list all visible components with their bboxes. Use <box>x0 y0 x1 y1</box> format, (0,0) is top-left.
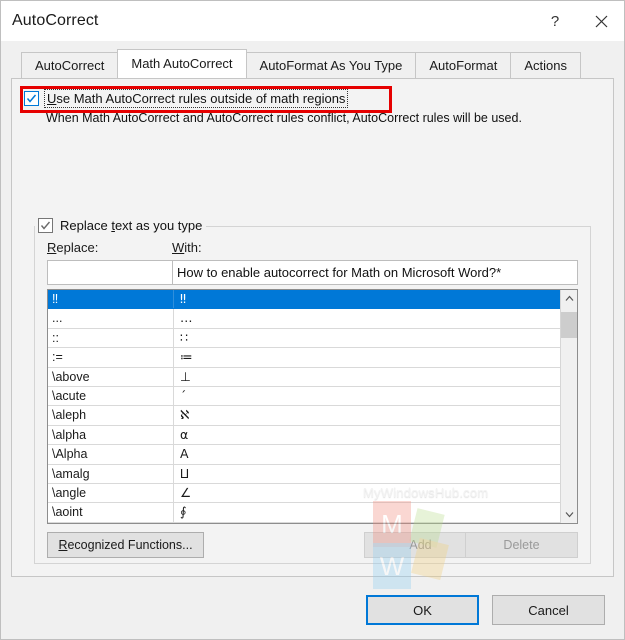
ok-button[interactable]: OK <box>366 595 479 625</box>
dialog-footer: OK Cancel <box>1 581 624 639</box>
row-with: ∷ <box>180 329 188 345</box>
tab-autocorrect[interactable]: AutoCorrect <box>21 52 119 78</box>
help-button[interactable]: ? <box>532 1 578 41</box>
table-row[interactable]: := ≔ <box>48 348 560 368</box>
use-math-rules-outside-row[interactable]: Use Math AutoCorrect rules outside of ma… <box>24 89 601 108</box>
table-row[interactable]: :: ∷ <box>48 328 560 349</box>
row-with: ∠ <box>180 484 192 500</box>
add-button[interactable]: Add <box>364 532 477 558</box>
table-row[interactable]: ... … <box>48 309 560 329</box>
scrollbar-thumb[interactable] <box>561 312 577 338</box>
row-replace: \amalg <box>48 464 174 483</box>
checkmark-icon <box>26 94 37 103</box>
table-row[interactable]: ‼ ‼ <box>48 290 560 310</box>
table-row[interactable]: \alpha α <box>48 425 560 446</box>
tab-autoformat[interactable]: AutoFormat <box>415 52 512 78</box>
row-replace: \alpha <box>48 425 174 445</box>
chevron-down-icon <box>565 512 573 518</box>
scroll-up-button[interactable] <box>561 290 577 307</box>
page-title: AutoCorrect <box>12 12 99 29</box>
row-with: ‼ <box>180 291 187 306</box>
row-with: ∮ <box>180 504 187 520</box>
tab-strip: AutoCorrect Math AutoCorrect AutoFormat … <box>21 49 614 78</box>
replace-text-as-you-type-row[interactable]: Replace text as you type <box>38 218 207 233</box>
list-rows-container: ‼ ‼ ... … :: ∷ := ≔ \above ⊥ \acute ´ \a… <box>48 290 560 523</box>
row-replace: \above <box>48 367 174 386</box>
title-bar-buttons: ? <box>532 1 624 41</box>
title-bar: AutoCorrect ? <box>1 1 624 41</box>
row-replace: := <box>48 348 174 367</box>
use-math-rules-outside-checkbox[interactable] <box>24 91 39 106</box>
row-with: ´ <box>180 387 187 403</box>
row-replace: \aleph <box>48 406 174 425</box>
checkmark-icon <box>40 221 51 230</box>
close-icon <box>595 15 607 27</box>
cancel-button[interactable]: Cancel <box>492 595 605 625</box>
replace-text-as-you-type-checkbox[interactable] <box>38 218 53 233</box>
use-math-rules-outside-label: Use Math AutoCorrect rules outside of ma… <box>43 89 349 108</box>
replace-with-inputs <box>47 260 578 285</box>
autocorrect-entries-list[interactable]: ‼ ‼ ... … :: ∷ := ≔ \above ⊥ \acute ´ \a… <box>47 289 578 524</box>
with-label: With: <box>172 240 202 255</box>
use-math-rules-outside-label-text: se Math AutoCorrect rules outside of mat… <box>56 91 346 106</box>
scroll-down-button[interactable] <box>561 506 577 523</box>
with-input[interactable] <box>172 260 578 285</box>
table-row[interactable]: \Alpha Α <box>48 445 560 465</box>
tab-actions[interactable]: Actions <box>510 52 581 78</box>
row-replace: ‼ <box>48 290 174 309</box>
chevron-up-icon <box>565 295 573 301</box>
close-button[interactable] <box>578 1 624 41</box>
row-with: … <box>180 310 193 326</box>
table-row[interactable]: \angle ∠ <box>48 483 560 504</box>
row-with: ⊥ <box>180 368 191 384</box>
question-mark-icon: ? <box>550 12 560 30</box>
tab-math-autocorrect[interactable]: Math AutoCorrect <box>117 49 247 78</box>
tab-autoformat-as-you-type[interactable]: AutoFormat As You Type <box>245 52 417 78</box>
replace-text-as-you-type-label-text: ext as you type <box>114 218 203 233</box>
table-row[interactable]: \amalg ⨿ <box>48 464 560 484</box>
row-replace: ... <box>48 309 174 328</box>
row-with: ≔ <box>180 349 193 365</box>
row-replace: :: <box>48 328 174 348</box>
table-row[interactable]: \above ⊥ <box>48 367 560 387</box>
row-replace: \angle <box>48 483 174 503</box>
math-autocorrect-tab-page: Use Math AutoCorrect rules outside of ma… <box>11 78 614 577</box>
recognized-functions-button[interactable]: Recognized Functions... <box>47 532 204 558</box>
row-with: ℵ <box>180 407 190 423</box>
replace-label: Replace: <box>47 240 99 255</box>
row-replace: \acute <box>48 386 174 406</box>
table-row[interactable]: \aoint ∮ <box>48 503 560 523</box>
row-with: α <box>180 426 189 442</box>
autocorrect-dialog: AutoCorrect ? AutoCorrect Math AutoCorre… <box>0 0 625 640</box>
row-with: Α <box>180 446 189 462</box>
replace-with-labels: Replace: With: <box>47 240 578 258</box>
conflict-hint: When Math AutoCorrect and AutoCorrect ru… <box>46 111 522 125</box>
list-action-buttons: Recognized Functions... Add Delete <box>47 532 578 558</box>
replace-text-as-you-type-label: Replace text as you type <box>60 218 203 233</box>
row-replace: \aoint <box>48 503 174 522</box>
table-row[interactable]: \acute ´ <box>48 386 560 407</box>
row-replace: \Alpha <box>48 445 174 464</box>
list-vertical-scrollbar[interactable] <box>560 290 577 523</box>
replace-input[interactable] <box>47 260 172 285</box>
delete-button[interactable]: Delete <box>465 532 578 558</box>
table-row[interactable]: \aleph ℵ <box>48 406 560 426</box>
row-with: ⨿ <box>180 465 190 481</box>
dialog-body: AutoCorrect Math AutoCorrect AutoFormat … <box>1 41 624 639</box>
